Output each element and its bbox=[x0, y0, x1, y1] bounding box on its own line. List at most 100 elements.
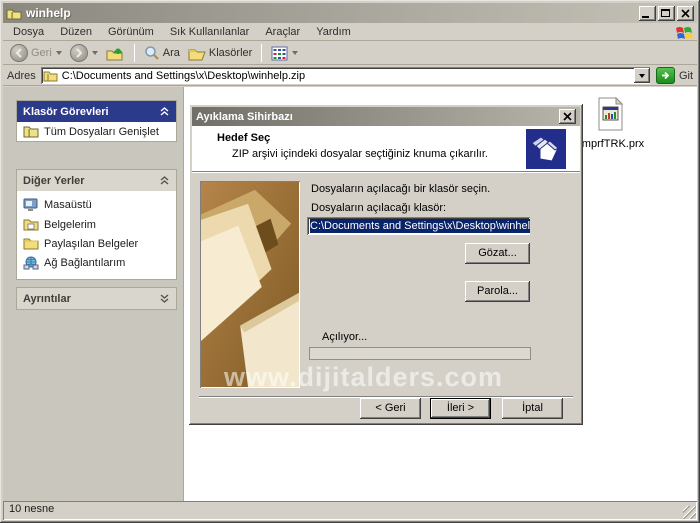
maximize-icon bbox=[661, 9, 670, 17]
views-icon bbox=[271, 46, 288, 61]
details-title: Ayrıntılar bbox=[23, 293, 71, 305]
menu-bar: Dosya Düzen Görünüm Sık Kullanılanlar Ar… bbox=[3, 23, 697, 41]
shared-documents-icon bbox=[23, 237, 39, 250]
other-places-panel: Diğer Yerler Masaüstü Belgelerim Paylaşı… bbox=[16, 169, 177, 280]
network-icon bbox=[23, 256, 39, 270]
sidebar-item-network[interactable]: Ağ Bağlantılarım bbox=[17, 253, 176, 273]
go-button[interactable] bbox=[656, 67, 675, 84]
folder-tasks-header[interactable]: Klasör Görevleri bbox=[17, 101, 176, 122]
zip-folder-icon bbox=[6, 7, 22, 20]
folder-tasks-panel: Klasör Görevleri Tüm Dosyaları Genişlet bbox=[16, 100, 177, 142]
address-value[interactable]: C:\Documents and Settings\x\Desktop\winh… bbox=[62, 70, 634, 82]
chevron-down-icon[interactable] bbox=[159, 294, 170, 303]
wizard-next-button[interactable]: İleri > bbox=[430, 398, 491, 419]
minimize-button[interactable] bbox=[639, 6, 656, 21]
browse-button[interactable]: Gözat... bbox=[465, 243, 530, 264]
close-icon bbox=[559, 109, 576, 124]
wizard-side-image bbox=[200, 181, 300, 388]
title-bar[interactable]: winhelp bbox=[3, 3, 697, 23]
details-header[interactable]: Ayrıntılar bbox=[17, 288, 176, 309]
progress-bar bbox=[309, 347, 531, 360]
go-label[interactable]: Git bbox=[679, 70, 693, 82]
zip-folder-icon bbox=[23, 125, 39, 138]
resize-grip-icon[interactable] bbox=[683, 506, 696, 519]
address-input[interactable]: C:\Documents and Settings\x\Desktop\winh… bbox=[41, 67, 650, 84]
forward-dropdown-icon[interactable] bbox=[92, 51, 98, 55]
other-places-title: Diğer Yerler bbox=[23, 175, 85, 187]
sidebar-item-desktop[interactable]: Masaüstü bbox=[17, 195, 176, 215]
sidebar-item-extract-all[interactable]: Tüm Dosyaları Genişlet bbox=[17, 122, 176, 141]
windows-logo-icon bbox=[675, 24, 693, 40]
forward-icon bbox=[70, 44, 88, 62]
views-dropdown-icon[interactable] bbox=[292, 51, 298, 55]
toolbar-separator bbox=[134, 44, 135, 62]
menu-dosya[interactable]: Dosya bbox=[5, 24, 52, 40]
password-button[interactable]: Parola... bbox=[465, 281, 530, 302]
menu-araclar[interactable]: Araçlar bbox=[257, 24, 308, 40]
sidebar: Klasör Görevleri Tüm Dosyaları Genişlet … bbox=[3, 87, 184, 501]
select-folder-text: Dosyaların açılacağı bir klasör seçin. bbox=[311, 183, 490, 195]
close-icon bbox=[677, 6, 694, 21]
sidebar-item-shared-documents[interactable]: Paylaşılan Belgeler bbox=[17, 234, 176, 253]
dialog-header: Hedef Seç ZIP arşivi içindeki dosyalar s… bbox=[192, 126, 580, 172]
explorer-window: winhelp Dosya Düzen Görünüm Sık Kullanıl… bbox=[0, 0, 700, 523]
folder-path-value: C:\Documents and Settings\x\Desktop\winh… bbox=[310, 219, 530, 233]
menu-gorunum[interactable]: Görünüm bbox=[100, 24, 162, 40]
folders-label: Klasörler bbox=[209, 47, 252, 59]
sidebar-item-label: Ağ Bağlantılarım bbox=[44, 257, 125, 269]
address-label: Adres bbox=[7, 70, 36, 82]
menu-duzen[interactable]: Düzen bbox=[52, 24, 100, 40]
dialog-heading: Hedef Seç bbox=[217, 132, 270, 144]
dialog-title: Ayıklama Sihirbazı bbox=[196, 111, 557, 123]
wizard-back-button[interactable]: < Geri bbox=[360, 398, 421, 419]
folder-path-input[interactable]: C:\Documents and Settings\x\Desktop\winh… bbox=[307, 217, 530, 235]
folders-button[interactable]: Klasörler bbox=[185, 45, 255, 62]
my-documents-icon bbox=[23, 218, 39, 231]
close-button[interactable] bbox=[677, 6, 694, 21]
sidebar-item-my-documents[interactable]: Belgelerim bbox=[17, 215, 176, 234]
sidebar-item-label: Masaüstü bbox=[44, 199, 92, 211]
folder-field-label: Dosyaların açılacağı klasör: bbox=[311, 202, 446, 214]
status-bar: 10 nesne bbox=[3, 501, 697, 520]
views-button[interactable] bbox=[268, 45, 301, 62]
wizard-cancel-button[interactable]: İptal bbox=[502, 398, 563, 419]
address-dropdown-button[interactable] bbox=[634, 68, 650, 83]
up-folder-icon bbox=[106, 45, 125, 62]
toolbar: Geri Ara Klasörler bbox=[3, 42, 697, 65]
sidebar-item-label: Tüm Dosyaları Genişlet bbox=[44, 126, 159, 138]
dialog-title-bar[interactable]: Ayıklama Sihirbazı bbox=[192, 107, 580, 126]
back-icon bbox=[10, 44, 28, 62]
back-button[interactable]: Geri bbox=[7, 43, 65, 63]
maximize-button[interactable] bbox=[658, 6, 675, 21]
status-text: 10 nesne bbox=[3, 501, 697, 520]
dialog-subtitle: ZIP arşivi içindeki dosyalar seçtiğiniz … bbox=[232, 148, 488, 160]
address-bar: Adres C:\Documents and Settings\x\Deskto… bbox=[3, 66, 697, 86]
toolbar-separator bbox=[261, 44, 262, 62]
chevron-up-icon[interactable] bbox=[159, 176, 170, 185]
menu-sik-kullanilanlar[interactable]: Sık Kullanılanlar bbox=[162, 24, 258, 40]
details-panel: Ayrıntılar bbox=[16, 287, 177, 310]
wizard-folders-icon bbox=[526, 129, 566, 169]
address-folder-icon bbox=[43, 70, 58, 82]
extraction-wizard-dialog: Ayıklama Sihirbazı Hedef Seç ZIP arşivi … bbox=[189, 104, 583, 425]
desktop-icon bbox=[23, 198, 39, 212]
folders-icon bbox=[188, 46, 206, 61]
other-places-header[interactable]: Diğer Yerler bbox=[17, 170, 176, 191]
forward-button[interactable] bbox=[67, 43, 101, 63]
dialog-close-button[interactable] bbox=[559, 109, 576, 124]
progress-label: Açılıyor... bbox=[322, 331, 367, 343]
up-button[interactable] bbox=[103, 44, 128, 63]
sidebar-item-label: Paylaşılan Belgeler bbox=[44, 238, 138, 250]
chevron-up-icon[interactable] bbox=[159, 107, 170, 116]
menu-yardim[interactable]: Yardım bbox=[308, 24, 359, 40]
search-icon bbox=[144, 45, 160, 61]
back-dropdown-icon[interactable] bbox=[56, 51, 62, 55]
folder-tasks-title: Klasör Görevleri bbox=[23, 106, 109, 118]
search-button[interactable]: Ara bbox=[141, 44, 183, 62]
file-icon bbox=[592, 97, 626, 131]
back-label: Geri bbox=[31, 47, 52, 59]
sidebar-item-label: Belgelerim bbox=[44, 219, 96, 231]
minimize-icon bbox=[642, 16, 649, 18]
chevron-down-icon bbox=[639, 74, 645, 78]
window-title: winhelp bbox=[26, 6, 637, 20]
